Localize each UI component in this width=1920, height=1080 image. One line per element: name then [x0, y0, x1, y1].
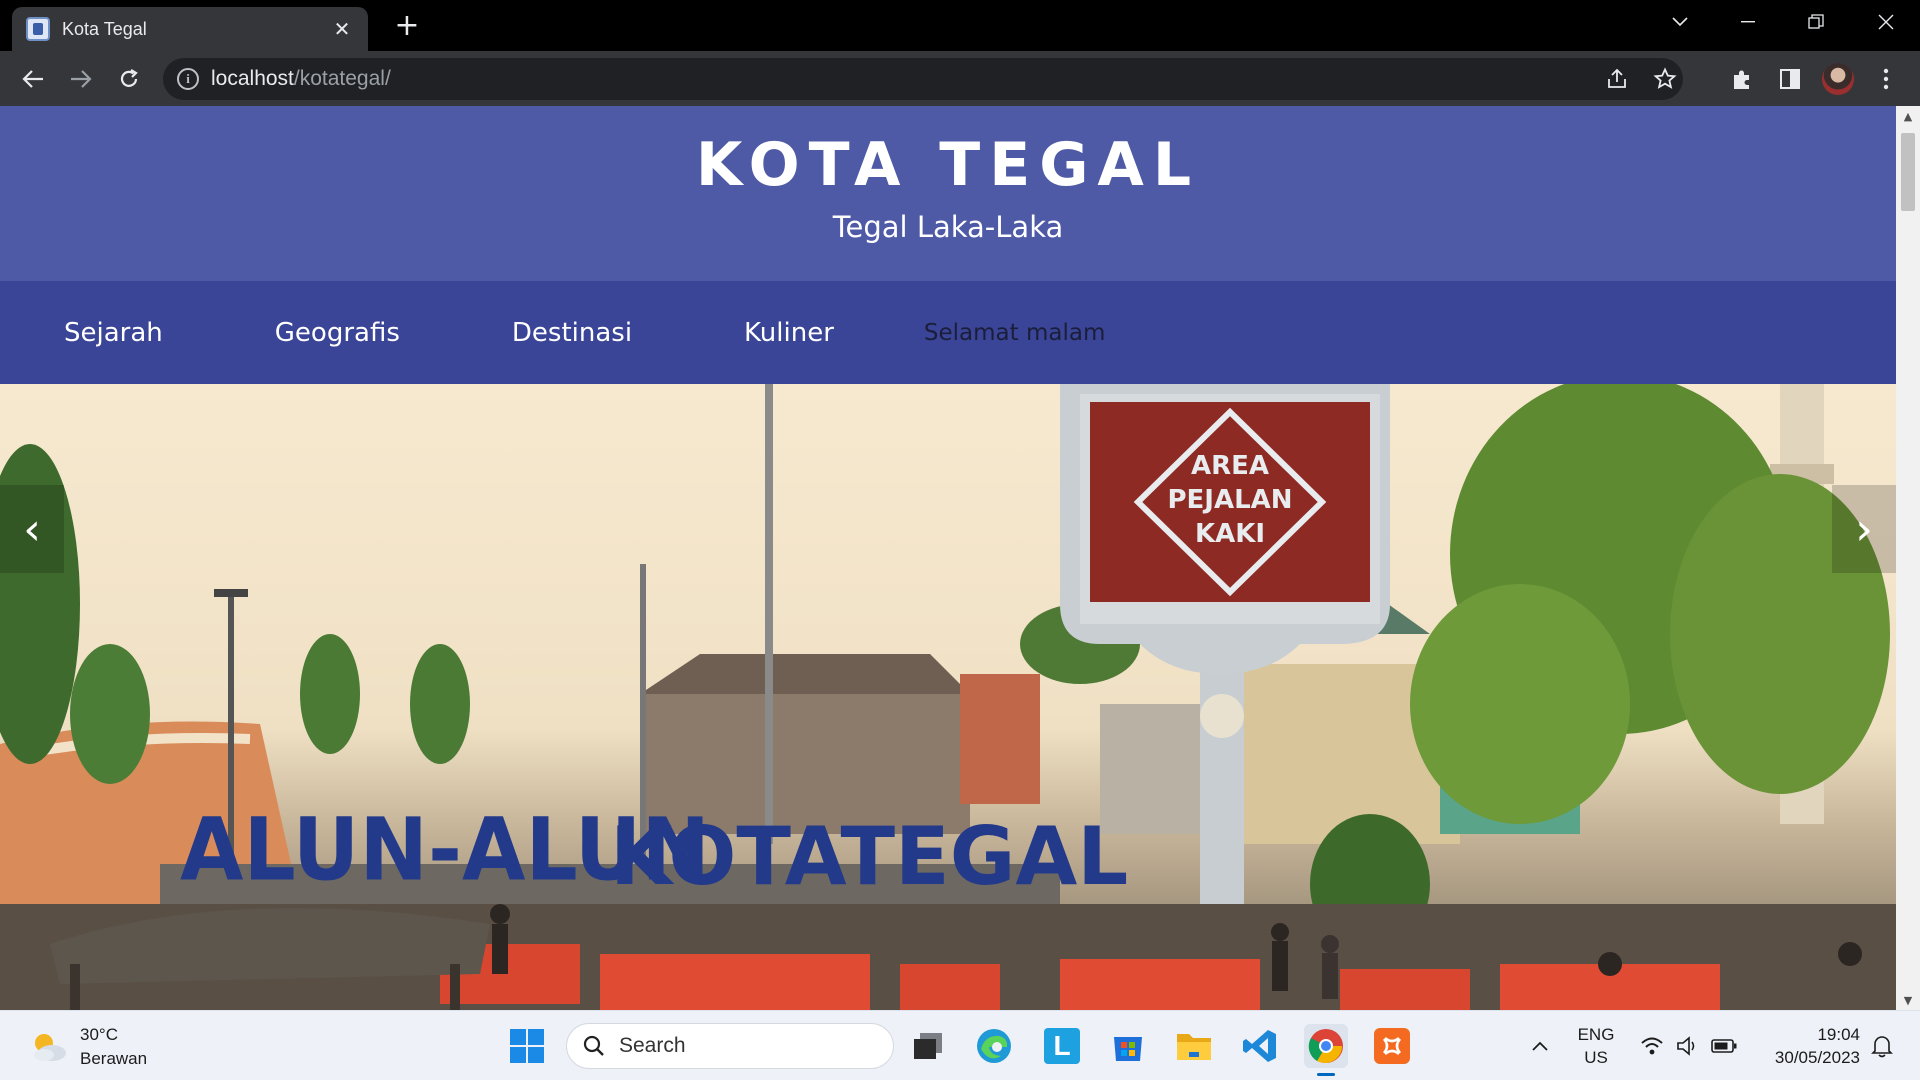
windows-taskbar: 30°C Berawan Search L ENG US 19:04 30/05…	[0, 1010, 1920, 1080]
url-text: localhost/kotategal/	[211, 67, 391, 90]
language-code: ENG	[1577, 1025, 1615, 1044]
chevron-right-icon: ›	[1855, 503, 1873, 555]
close-window-button[interactable]	[1856, 0, 1916, 44]
reload-button[interactable]	[109, 59, 149, 99]
minimize-button[interactable]	[1718, 0, 1778, 44]
share-icon[interactable]	[1605, 67, 1629, 91]
windows-start-icon[interactable]	[505, 1024, 549, 1068]
clock[interactable]: 19:04 30/05/2023	[1750, 1023, 1860, 1069]
bookmark-star-icon[interactable]	[1653, 67, 1677, 91]
edge-browser-icon[interactable]	[972, 1024, 1016, 1068]
web-page: KOTA TEGAL Tegal Laka-Laka Sejarah Geogr…	[0, 106, 1896, 1010]
tab-close-icon[interactable]: ✕	[330, 17, 354, 41]
clock-time: 19:04	[1817, 1025, 1860, 1044]
partly-cloudy-icon	[34, 1034, 66, 1061]
search-icon	[583, 1035, 604, 1056]
show-hidden-icons-chevron[interactable]	[1518, 1024, 1562, 1068]
nav-link-sejarah[interactable]: Sejarah	[64, 318, 163, 348]
hero-image: AREA PEJALAN KAKI ALUN-ALUN KOTATEGAL	[0, 384, 1896, 1010]
task-view-icon[interactable]	[906, 1024, 950, 1068]
scrollbar-thumb[interactable]	[1901, 133, 1915, 211]
browser-toolbar: i localhost/kotategal/	[0, 51, 1920, 106]
sign-text-line-1: AREA	[1191, 451, 1269, 481]
scroll-down-arrow-icon[interactable]: ▼	[1896, 990, 1920, 1010]
notification-bell-icon[interactable]	[1860, 1024, 1904, 1068]
back-button[interactable]	[13, 59, 53, 99]
site-favicon-icon	[26, 17, 50, 41]
nav-link-kuliner[interactable]: Kuliner	[744, 318, 834, 348]
search-label: Search	[619, 1034, 686, 1057]
slider-prev-button[interactable]: ‹	[0, 485, 64, 573]
xampp-icon[interactable]	[1370, 1024, 1414, 1068]
hero-slider: AREA PEJALAN KAKI ALUN-ALUN KOTATEGAL ‹ …	[0, 384, 1896, 1010]
greeting-text: Selamat malam	[923, 319, 1106, 346]
site-header: KOTA TEGAL Tegal Laka-Laka	[0, 106, 1896, 281]
scroll-up-arrow-icon[interactable]: ▲	[1896, 106, 1920, 126]
weather-widget[interactable]: 30°C Berawan	[28, 1023, 147, 1071]
chevron-left-icon: ‹	[23, 503, 41, 555]
battery-icon[interactable]	[1702, 1024, 1746, 1068]
chrome-icon[interactable]	[1304, 1024, 1348, 1076]
restore-button[interactable]	[1786, 0, 1846, 44]
site-info-icon[interactable]: i	[177, 68, 199, 90]
taskbar-search-box[interactable]: Search	[566, 1023, 894, 1069]
side-panel-icon[interactable]	[1770, 59, 1810, 99]
clock-date: 30/05/2023	[1774, 1048, 1860, 1067]
site-title: KOTA TEGAL	[695, 130, 1201, 200]
sign-text-line-3: KAKI	[1195, 519, 1265, 549]
page-viewport: KOTA TEGAL Tegal Laka-Laka Sejarah Geogr…	[0, 106, 1920, 1010]
language-indicator[interactable]: ENG US	[1572, 1023, 1620, 1069]
weather-temperature: 30°C	[80, 1025, 118, 1044]
tab-title: Kota Tegal	[62, 18, 147, 39]
slider-next-button[interactable]: ›	[1832, 485, 1896, 573]
tab-search-chevron-icon[interactable]	[1650, 0, 1710, 44]
new-tab-button[interactable]: +	[392, 9, 422, 43]
landmark-text-kotategal: KOTATEGAL	[610, 810, 1128, 903]
chrome-menu-icon[interactable]	[1866, 59, 1906, 99]
vscode-icon[interactable]	[1238, 1024, 1282, 1068]
profile-avatar[interactable]	[1818, 59, 1858, 99]
microsoft-store-icon[interactable]	[1106, 1024, 1150, 1068]
site-tagline: Tegal Laka-Laka	[832, 210, 1064, 244]
sign-text-line-2: PEJALAN	[1167, 485, 1292, 515]
address-bar[interactable]: i localhost/kotategal/	[163, 58, 1683, 100]
file-explorer-icon[interactable]	[1172, 1024, 1216, 1068]
browser-tab-strip: Kota Tegal ✕ +	[0, 0, 1920, 51]
forward-button[interactable]	[61, 59, 101, 99]
region-code: US	[1584, 1048, 1608, 1067]
l-app-icon[interactable]: L	[1040, 1024, 1084, 1068]
extensions-puzzle-icon[interactable]	[1722, 59, 1762, 99]
weather-description: Berawan	[80, 1049, 148, 1068]
main-nav: Sejarah Geografis Destinasi Kuliner Sela…	[0, 281, 1896, 384]
browser-tab[interactable]: Kota Tegal ✕	[12, 7, 368, 51]
nav-link-geografis[interactable]: Geografis	[275, 318, 400, 348]
nav-link-destinasi[interactable]: Destinasi	[512, 318, 632, 348]
page-scrollbar[interactable]: ▲ ▼	[1896, 106, 1920, 1010]
